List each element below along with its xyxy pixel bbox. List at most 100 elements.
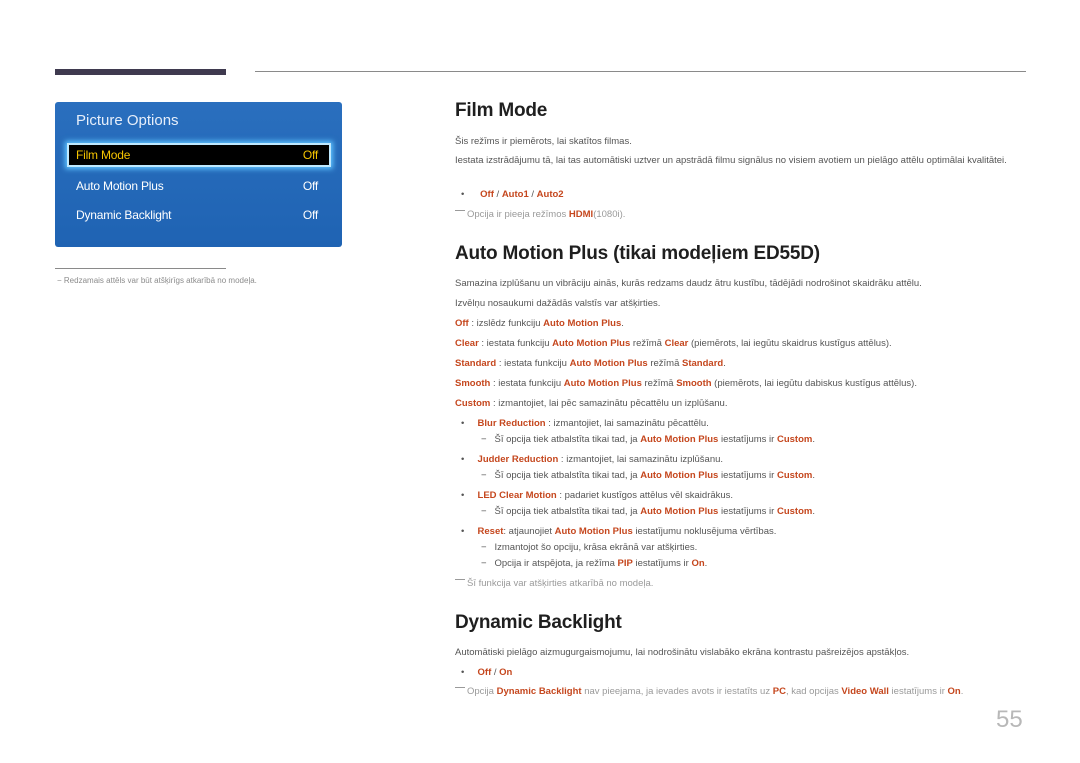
highlighted-term: Blur Reduction [477,418,546,429]
highlighted-term: Clear [664,338,689,349]
dynamic-backlight-note: Opcija Dynamic Backlight nav pieejama, j… [455,685,963,699]
highlighted-term: Off [477,667,492,678]
highlighted-term: Standard [682,358,724,369]
menu-item-film-mode[interactable]: Film Mode Off [67,143,331,167]
text-run: Šī opcija tiek atbalstīta tikai tad, ja [494,470,641,481]
text-run: − [481,542,487,553]
text-run: (piemērots, lai iegūtu dabiskus kustīgus… [711,378,917,389]
page-number: 55 [996,706,1023,733]
option-off: Off : izslēdz funkciju Auto Motion Plus. [455,317,624,331]
text-run: . [723,358,726,369]
highlighted-term: On [947,686,961,697]
highlighted-term: Smooth [455,378,491,389]
paragraph: Izvēlņu nosaukumi dažādās valstīs var at… [455,298,661,309]
text-run: − [481,470,487,481]
highlighted-term: Custom [455,398,491,409]
text-run: Šī opcija tiek atbalstīta tikai tad, ja [494,434,641,445]
menu-item-value: Off [302,179,318,193]
text-run: : atjaunojiet [503,526,555,537]
text-run: , kad opcijas [785,686,842,697]
text-run: Opcija [467,686,497,697]
paragraph: Iestata izstrādājumu tā, lai tas automāt… [455,155,1007,166]
highlighted-term: Video Wall [841,686,889,697]
text-run: nav pieejama, ja ievades avots ir iestat… [581,686,773,697]
film-mode-options: • Off / Auto1 / Auto2 [461,188,564,202]
text-run: . [812,434,815,445]
note-icon [455,686,465,688]
menu-item-label: Film Mode [76,148,131,162]
sub-note: − Izmantojot šo opciju, krāsa ekrānā var… [481,541,697,555]
highlighted-term: Clear [455,338,479,349]
text-run: : izmantojiet, lai samazinātu pēcattēlu. [545,418,709,429]
highlighted-term: Auto1 [501,189,529,200]
text-run: režīmā [647,358,683,369]
text-run: Izmantojot šo opciju, krāsa ekrānā var a… [494,542,698,553]
text-run: . [704,558,708,569]
text-run: − [481,558,487,569]
highlighted-term: Custom [776,470,813,481]
highlighted-term: Auto Motion Plus [569,358,648,369]
menu-item-label: Auto Motion Plus [76,179,164,193]
text-run: : izmantojiet, lai pēc samazinātu pēcatt… [490,398,728,409]
highlighted-term: Auto Motion Plus [552,338,631,349]
text-run: iestatījumu noklusējuma vērtības. [632,526,777,537]
text-run: iestatījums ir [718,470,777,481]
picture-options-panel: Picture Options Film Mode Off Auto Motio… [55,102,342,247]
menu-item-auto-motion-plus[interactable]: Auto Motion Plus Off [68,175,330,197]
image-disclaimer: − Redzamais attēls var būt atšķirīgs atk… [57,276,257,285]
text-run: iestatījums ir [718,506,777,517]
highlighted-term: Auto2 [536,189,564,200]
highlighted-term: On [691,558,705,569]
bullet-reset: • Reset: atjaunojiet Auto Motion Plus ie… [461,526,777,537]
menu-item-dynamic-backlight[interactable]: Dynamic Backlight Off [68,204,330,226]
highlighted-term: Custom [776,434,813,445]
option-standard: Standard : iestata funkciju Auto Motion … [455,357,726,371]
highlighted-term: Smooth [676,378,712,389]
text-run: režīmā [641,378,677,389]
dash-icon: − [57,276,62,285]
text-run: Šī funkcija var atšķirties atkarībā no m… [467,578,654,589]
dynamic-backlight-options: • Off / On [461,667,513,678]
highlighted-term: LED Clear Motion [477,490,557,501]
film-mode-note: Opcija ir pieeja režīmos HDMI(1080i). [455,208,625,222]
amp-note: Šī funkcija var atšķirties atkarībā no m… [455,577,653,591]
text-run: − [481,434,487,445]
bullet-judder-reduction: • Judder Reduction : izmantojiet, lai sa… [461,454,724,465]
text-run: (piemērots, lai iegūtu skaidrus kustīgus… [688,338,892,349]
bullet-blur-reduction: • Blur Reduction : izmantojiet, lai sama… [461,418,709,429]
text-run: režīmā [630,338,665,349]
note-icon [455,578,465,580]
text-run: / [493,189,502,200]
highlighted-term: Off [455,318,469,329]
text-run: . [621,318,624,329]
highlighted-term: HDMI [568,209,594,220]
text-run: : izslēdz funkciju [468,318,544,329]
highlighted-term: PIP [617,558,633,569]
paragraph: Šis režīms ir piemērots, lai skatītos fi… [455,136,632,147]
text-run: Šī opcija tiek atbalstīta tikai tad, ja [494,506,641,517]
heading-auto-motion-plus: Auto Motion Plus (tikai modeļiem ED55D) [455,243,820,264]
text-run: Opcija ir atspējota, ja režīma [494,558,618,569]
sub-note: − Opcija ir atspējota, ja režīma PIP ies… [481,557,707,571]
option-smooth: Smooth : iestata funkciju Auto Motion Pl… [455,377,917,391]
text-run: . [812,506,815,517]
heading-dynamic-backlight: Dynamic Backlight [455,612,622,633]
text-run: iestatījums ir [718,434,777,445]
highlighted-term: Off [480,189,494,200]
bullet-led-clear-motion: • LED Clear Motion : padariet kustīgos a… [461,490,734,501]
highlighted-term: Standard [455,358,497,369]
option-clear: Clear : iestata funkciju Auto Motion Plu… [455,337,892,351]
sub-note: − Šī opcija tiek atbalstīta tikai tad, j… [481,433,815,447]
text-run: iestatījums ir [888,686,948,697]
text-run: : iestata funkciju [496,358,570,369]
text-run: : iestata funkciju [490,378,564,389]
text-run: (1080i). [593,209,626,220]
text-run: Redzamais attēls var būt atšķirīgs atkar… [63,276,257,285]
highlighted-term: Dynamic Backlight [496,686,582,697]
highlighted-term: PC [772,686,786,697]
highlighted-term: Auto Motion Plus [543,318,622,329]
heading-film-mode: Film Mode [455,100,548,121]
text-run: : padariet kustīgos attēlus vēl skaidrāk… [556,490,734,501]
menu-item-value: Off [302,208,318,222]
sub-note: − Šī opcija tiek atbalstīta tikai tad, j… [481,469,815,483]
